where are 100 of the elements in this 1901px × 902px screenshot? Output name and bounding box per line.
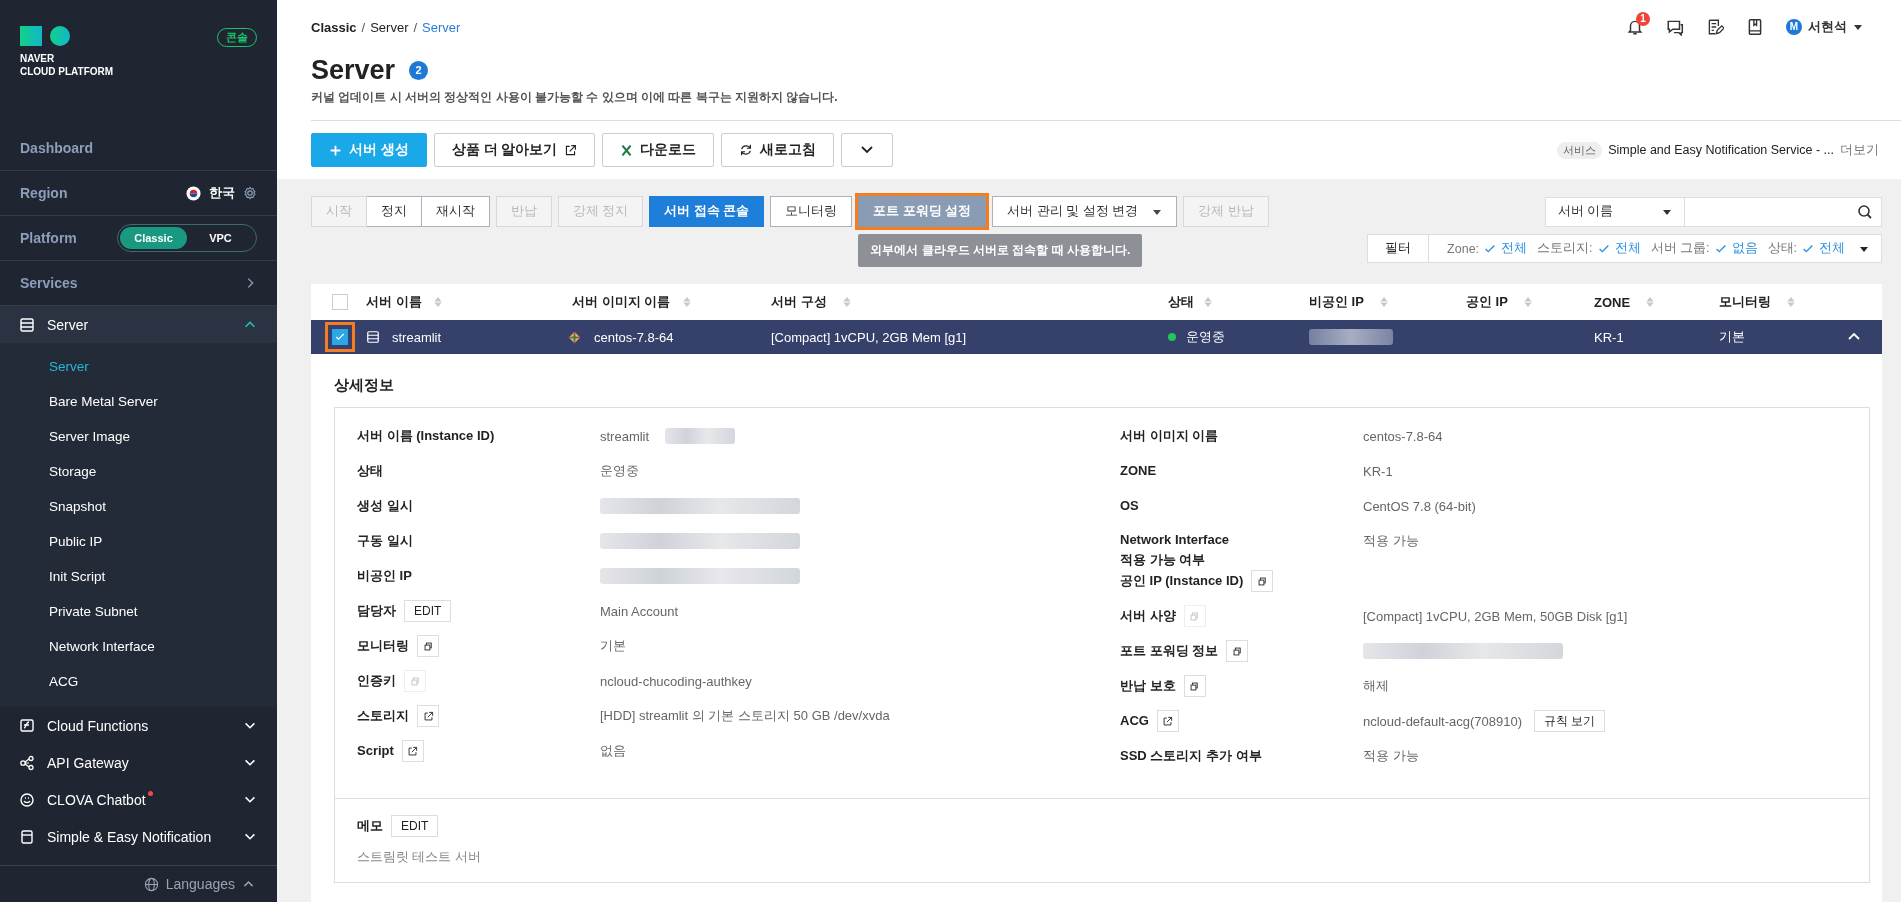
submenu-item[interactable]: Public IP [0,524,277,559]
settings-icon[interactable] [243,186,257,200]
copy-button[interactable] [1251,570,1274,592]
submenu-item[interactable]: Bare Metal Server [0,384,277,419]
field-label: ZONE [1120,462,1157,480]
submenu-item[interactable]: Network Interface [0,629,277,664]
external-link-icon [407,745,419,757]
flag-icon [186,185,201,201]
field-value: 적용 가능 [1363,532,1419,550]
copy-icon [409,675,421,687]
submenu-item[interactable]: Snapshot [0,489,277,524]
filter-value[interactable]: 없음 [1731,240,1758,257]
edit-button[interactable]: EDIT [391,815,439,837]
submenu-item[interactable]: Server Image [0,419,277,454]
tooltip: 외부에서 클라우드 서버로 접속할 때 사용합니다. [858,234,1143,267]
submenu-item[interactable]: Storage [0,454,277,489]
field-label: 스토리지 [357,707,409,725]
book-icon[interactable] [1746,18,1764,36]
platform-option[interactable]: VPC [187,227,254,249]
field-label: 상태 [357,462,383,480]
column-header[interactable]: ZONE [1594,294,1631,310]
menu-item[interactable]: API Gateway [0,744,277,781]
column-header[interactable]: 비공인 IP [1309,293,1364,311]
more-link[interactable]: 더보기 [1840,141,1879,159]
filter-value[interactable]: 전체 [1501,240,1528,257]
notification-icon [19,828,35,845]
user-menu[interactable]: M 서현석 [1786,18,1863,36]
copy-button[interactable] [1226,640,1249,662]
column-header[interactable]: 서버 구성 [771,293,827,311]
filter-bar[interactable]: Zone: 전체 스토리지: 전체 서버 그룹: 없음 상태: 전체 [1429,235,1881,262]
submenu-item[interactable]: ACG [0,664,277,699]
search-field[interactable] [1685,196,1882,227]
learn-more-button[interactable]: 상품 더 알아보기 [433,133,596,167]
submenu-item[interactable]: Init Script [0,559,277,594]
view-rules-button[interactable]: 규칙 보기 [1534,710,1606,732]
submenu-item[interactable]: Private Subnet [0,594,277,629]
external-link-button[interactable] [1156,710,1179,732]
table-cell: streamlit [392,329,442,345]
field-value: 기본 [600,637,626,655]
field-value: 운영중 [600,462,639,480]
refresh-button[interactable]: 새로고침 [721,133,835,167]
copy-icon [1189,680,1201,692]
search-icon[interactable] [1857,203,1873,220]
edit-document-icon[interactable] [1706,18,1724,36]
table-cell: [Compact] 1vCPU, 2GB Mem [g1] [771,329,967,345]
menu-item[interactable]: Cloud Functions [0,707,277,744]
column-header[interactable]: 서버 이름 [366,293,422,311]
filter-name: Zone: [1447,241,1480,256]
table-row[interactable]: streamlit centos-7.8-64 [Compact] 1vCPU, 2GB Mem [g1] 운영중 KR-1 기본 [311,320,1882,354]
column-header[interactable]: 서버 이미지 이름 [572,293,671,311]
table-cell: 기본 [1719,328,1745,346]
select-all-checkbox[interactable] [332,294,348,310]
field-value: KR-1 [1363,463,1393,479]
menu-item[interactable]: CLOVA Chatbot [0,781,277,818]
field-label: 비공인 IP [357,567,412,585]
server-icon [366,330,380,344]
filter-value[interactable]: 전체 [1614,240,1641,257]
search-field-select[interactable]: 서버 이름 [1545,196,1685,227]
notice-text: 커널 업데이트 시 서버의 정상적인 사용이 불가능할 수 있으며 이에 따른 복구는 지원하지 않습니다. [310,89,839,106]
submenu-item[interactable]: Server [0,349,277,384]
field-value: centos-7.8-64 [1363,428,1443,444]
external-link-button[interactable] [401,740,424,762]
field-label: 생성 일시 [357,497,413,515]
field-label: Script [357,742,394,760]
breadcrumb-item[interactable]: Classic [311,19,357,35]
action-button[interactable]: 정지 [367,196,422,227]
copy-icon [1231,645,1243,657]
platform-option[interactable]: Classic [120,227,187,249]
breadcrumb-item: Server [422,19,461,35]
column-header[interactable]: 공인 IP [1466,293,1508,311]
breadcrumb-item[interactable]: Server [370,19,409,35]
field-label: 반납 보호 [1120,677,1176,695]
column-header[interactable]: 상태 [1168,293,1194,311]
count-badge: 2 [409,60,429,80]
row-checkbox[interactable] [332,329,348,345]
service-tag: 서비스 [1557,141,1603,159]
check-icon [334,331,346,343]
field-value: ncloud-default-acg(708910) [1363,713,1522,729]
copy-button[interactable] [1183,675,1206,697]
action-button[interactable]: 서버 관리 및 설정 변경 [992,196,1178,227]
edit-button[interactable]: EDIT [404,600,452,622]
menu-item[interactable]: Simple & Easy Notification [0,818,277,855]
field-value: 해제 [1363,677,1389,695]
external-link-button[interactable] [417,705,439,727]
chat-icon[interactable] [1666,18,1684,36]
download-button[interactable]: 다운로드 [602,133,715,167]
menu-item[interactable]: Server [0,306,277,343]
action-button[interactable]: 재시작 [422,196,490,227]
copy-button[interactable] [417,635,439,657]
region-value[interactable]: 한국 [209,184,235,202]
filter-name: 상태: [1767,240,1797,257]
field-label: 서버 이미지 이름 [1120,427,1219,445]
brand-logo[interactable]: NAVER CLOUD PLATFORM [20,26,114,78]
column-header[interactable]: 모니터링 [1719,293,1771,311]
action-button[interactable]: 서버 접속 콘솔 [649,196,765,227]
action-button[interactable]: 모니터링 [770,196,853,227]
copy-icon [1189,610,1201,622]
filter-value[interactable]: 전체 [1819,240,1845,257]
platform-label: Platform [20,230,77,246]
external-link-icon [422,710,434,722]
